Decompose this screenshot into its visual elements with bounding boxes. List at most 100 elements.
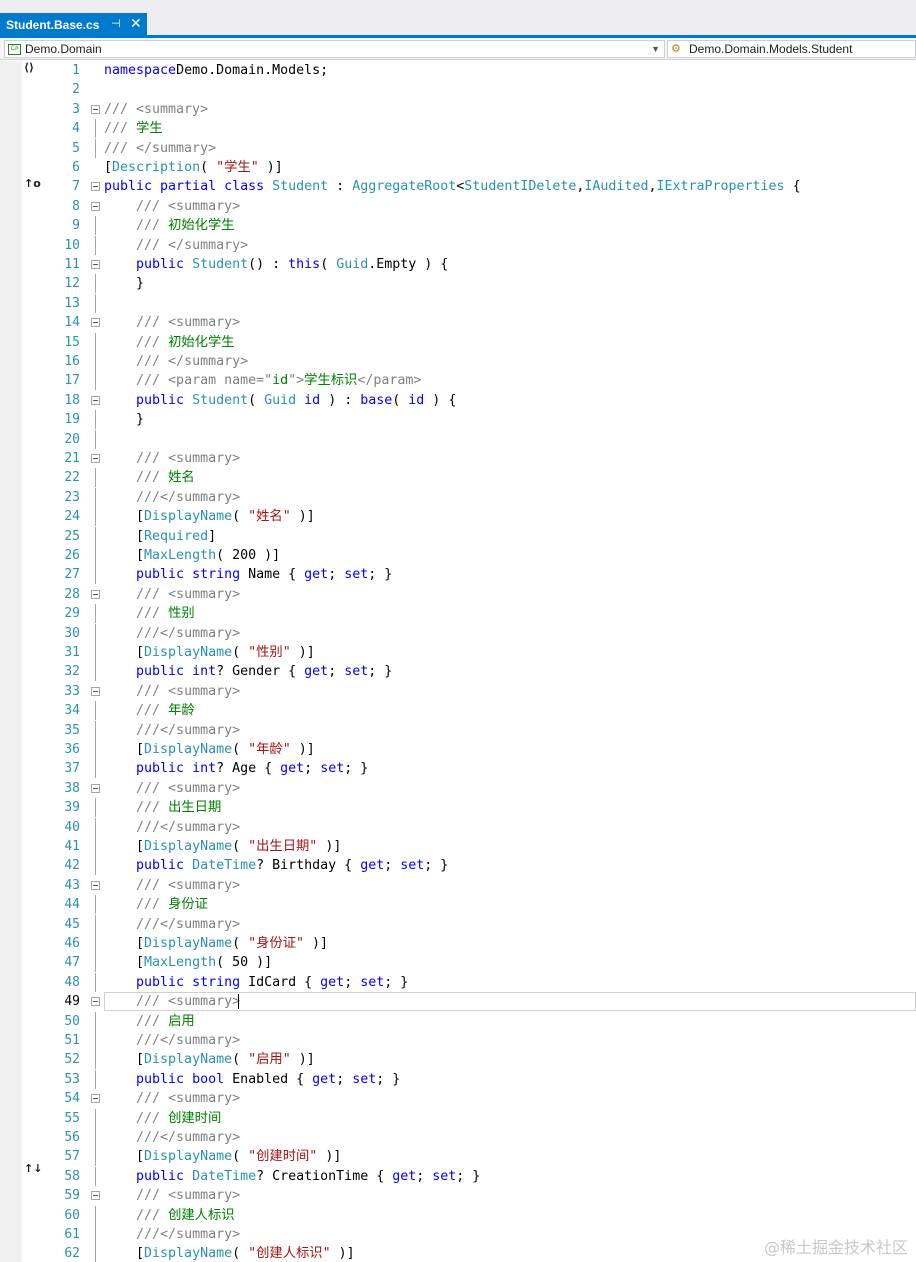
code-line[interactable]: 33 /// <summary> xyxy=(0,682,916,701)
code-line[interactable]: 44 /// 身份证 xyxy=(0,895,916,914)
code-token: [ xyxy=(104,936,145,951)
code-line[interactable]: 37 public int? Age { get; set; } xyxy=(0,759,916,778)
code-line[interactable]: 16 /// </summary> xyxy=(0,352,916,371)
code-line[interactable]: 32 public int? Gender { get; set; } xyxy=(0,662,916,681)
code-line[interactable]: 39 /// 出生日期 xyxy=(0,798,916,817)
code-line[interactable]: 12 } xyxy=(0,274,916,293)
code-line[interactable]: 3 /// <summary> xyxy=(0,100,916,119)
code-line[interactable]: 54 /// <summary> xyxy=(0,1089,916,1108)
code-token: "学生" xyxy=(216,160,259,175)
code-line[interactable]: 18 public Student( Guid id ) : base( id … xyxy=(0,391,916,410)
collapse-icon[interactable] xyxy=(91,1094,100,1103)
code-editor[interactable]: ⟨⟩ ↑o ↑↓ @稀土掘金技术社区 1 namespaceDemo.Domain… xyxy=(0,61,916,1262)
collapse-icon[interactable] xyxy=(91,784,100,793)
code-line[interactable]: 22 /// 姓名 xyxy=(0,468,916,487)
code-line[interactable]: 8 /// <summary> xyxy=(0,197,916,216)
code-line[interactable]: 31 [DisplayName( "性别" )] xyxy=(0,643,916,662)
code-token: /// xyxy=(136,335,169,350)
code-token: ( xyxy=(392,393,409,408)
code-token: ///</summary> xyxy=(136,1033,241,1048)
code-line[interactable]: 48 public string IdCard { get; set; } xyxy=(0,973,916,992)
project-dropdown[interactable]: C# Demo.Domain ▼ xyxy=(4,40,665,58)
code-line[interactable]: 30 ///</summary> xyxy=(0,624,916,643)
code-line[interactable]: 53 public bool Enabled { get; set; } xyxy=(0,1070,916,1089)
outline-guide xyxy=(95,488,96,507)
code-line[interactable]: 61 ///</summary> xyxy=(0,1225,916,1244)
code-line[interactable]: 13 xyxy=(0,294,916,313)
code-line[interactable]: 36 [DisplayName( "年龄" )] xyxy=(0,740,916,759)
code-line[interactable]: 24 [DisplayName( "姓名" )] xyxy=(0,507,916,526)
code-line[interactable]: 46 [DisplayName( "身份证" )] xyxy=(0,934,916,953)
outline-guide xyxy=(95,818,96,837)
code-line[interactable]: 23 ///</summary> xyxy=(0,488,916,507)
collapse-icon[interactable] xyxy=(91,105,100,114)
code-line[interactable]: 51 ///</summary> xyxy=(0,1031,916,1050)
code-line[interactable]: 41 [DisplayName( "出生日期" )] xyxy=(0,837,916,856)
code-line[interactable]: 5 /// </summary> xyxy=(0,139,916,158)
code-token: ( xyxy=(232,645,249,660)
code-token: Guid xyxy=(264,393,297,408)
code-line[interactable]: 59 /// <summary> xyxy=(0,1186,916,1205)
code-line[interactable]: 4 /// 学生 xyxy=(0,119,916,138)
collapse-icon[interactable] xyxy=(91,318,100,327)
code-line[interactable]: 47 [MaxLength( 50 )] xyxy=(0,953,916,972)
code-line[interactable]: 17 /// <param name="id">学生标识</param> xyxy=(0,371,916,390)
code-line[interactable]: 27 public string Name { get; set; } xyxy=(0,565,916,584)
code-line[interactable]: 35 ///</summary> xyxy=(0,721,916,740)
code-line[interactable]: 50 /// 启用 xyxy=(0,1012,916,1031)
code-line[interactable]: 57 [DisplayName( "创建时间" )] xyxy=(0,1147,916,1166)
collapse-icon[interactable] xyxy=(91,997,100,1006)
collapse-icon[interactable] xyxy=(91,454,100,463)
code-line[interactable]: 45 ///</summary> xyxy=(0,915,916,934)
code-line[interactable]: 26 [MaxLength( 200 )] xyxy=(0,546,916,565)
pin-icon[interactable]: ⊣ xyxy=(111,17,121,30)
code-line[interactable]: 21 /// <summary> xyxy=(0,449,916,468)
code-line[interactable]: 56 ///</summary> xyxy=(0,1128,916,1147)
code-line[interactable]: 15 /// 初始化学生 xyxy=(0,333,916,352)
code-line[interactable]: 28 /// <summary> xyxy=(0,585,916,604)
code-text: /// 身份证 xyxy=(104,895,208,914)
collapse-icon[interactable] xyxy=(91,687,100,696)
code-line[interactable]: 25 [Required] xyxy=(0,527,916,546)
code-line[interactable]: 43 /// <summary> xyxy=(0,876,916,895)
code-line[interactable]: 40 ///</summary> xyxy=(0,818,916,837)
close-icon[interactable]: ✕ xyxy=(130,15,142,32)
code-line[interactable]: 14 /// <summary> xyxy=(0,313,916,332)
collapse-icon[interactable] xyxy=(91,881,100,890)
code-line[interactable]: 11 public Student() : this( Guid.Empty )… xyxy=(0,255,916,274)
code-line[interactable]: 42 public DateTime? Birthday { get; set;… xyxy=(0,856,916,875)
code-line[interactable]: 20 xyxy=(0,430,916,449)
code-line[interactable]: 2 xyxy=(0,80,916,99)
code-line[interactable]: 10 /// </summary> xyxy=(0,236,916,255)
collapse-icon[interactable] xyxy=(91,396,100,405)
code-line[interactable]: 6 [Description( "学生" )] xyxy=(0,158,916,177)
code-line[interactable]: 62 [DisplayName( "创建人标识" )] xyxy=(0,1244,916,1262)
code-line[interactable]: 60 /// 创建人标识 xyxy=(0,1206,916,1225)
code-line[interactable]: 9 /// 初始化学生 xyxy=(0,216,916,235)
code-line[interactable]: 29 /// 性别 xyxy=(0,604,916,623)
code-text: public DateTime? CreationTime { get; set… xyxy=(104,1167,480,1186)
collapse-icon[interactable] xyxy=(91,202,100,211)
code-line[interactable]: 38 /// <summary> xyxy=(0,779,916,798)
code-text: [DisplayName( "创建时间" )] xyxy=(104,1147,341,1166)
code-line[interactable]: 1 namespaceDemo.Domain.Models; xyxy=(0,61,916,80)
tab-student-base-cs[interactable]: Student.Base.cs ⊣ ✕ xyxy=(0,13,147,36)
code-text: /// 初始化学生 xyxy=(104,216,235,235)
code-line[interactable]: 49 /// <summary> xyxy=(0,992,916,1011)
code-line[interactable]: 55 /// 创建时间 xyxy=(0,1109,916,1128)
code-token: Student xyxy=(192,257,249,272)
code-line[interactable]: 34 /// 年龄 xyxy=(0,701,916,720)
code-line[interactable]: 19 } xyxy=(0,410,916,429)
member-dropdown[interactable]: ⚙ Demo.Domain.Models.Student xyxy=(667,40,916,58)
code-line[interactable]: 58 public DateTime? CreationTime { get; … xyxy=(0,1167,916,1186)
collapse-icon[interactable] xyxy=(91,260,100,269)
collapse-icon[interactable] xyxy=(91,590,100,599)
collapse-icon[interactable] xyxy=(91,182,100,191)
collapse-icon[interactable] xyxy=(91,1191,100,1200)
code-line[interactable]: 7 public partial class Student : Aggregat… xyxy=(0,177,916,196)
code-token: ] xyxy=(208,529,217,544)
code-line[interactable]: 52 [DisplayName( "启用" )] xyxy=(0,1050,916,1069)
